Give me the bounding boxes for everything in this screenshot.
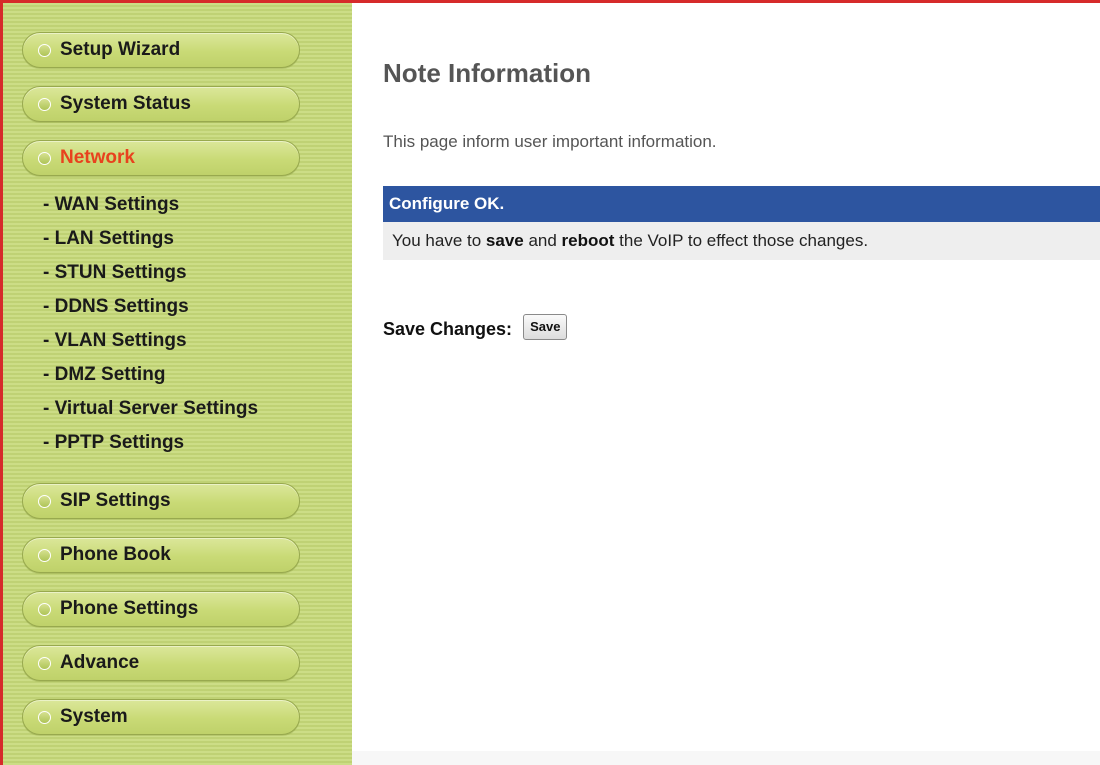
page-title: Note Information	[383, 58, 591, 88]
submenu-pptp-settings[interactable]: - PPTP Settings	[43, 426, 258, 460]
submenu-stun-settings[interactable]: - STUN Settings	[43, 256, 258, 290]
menu-network[interactable]: Network	[22, 140, 300, 176]
submenu-virtual-server-settings[interactable]: - Virtual Server Settings	[43, 392, 258, 426]
note-text-save: save	[485, 231, 524, 250]
bullet-icon	[38, 710, 51, 724]
bottom-strip	[352, 751, 1100, 765]
menu-label: Network	[60, 147, 135, 168]
bullet-icon	[38, 656, 51, 670]
save-button[interactable]: Save	[523, 313, 568, 340]
main-content: Note Information This page inform user i…	[352, 3, 1100, 765]
menu-label: SIP Settings	[60, 490, 171, 511]
note-text-mid: and	[523, 231, 562, 250]
menu-system[interactable]: System	[22, 699, 300, 735]
bullet-icon	[38, 97, 51, 111]
submenu-ddns-settings[interactable]: - DDNS Settings	[43, 290, 258, 324]
menu-phone-book[interactable]: Phone Book	[22, 537, 300, 573]
submenu-vlan-settings[interactable]: - VLAN Settings	[43, 324, 258, 358]
bullet-icon	[38, 43, 51, 57]
menu-phone-settings[interactable]: Phone Settings	[22, 591, 300, 627]
bullet-icon	[38, 494, 51, 508]
menu-label: System	[60, 706, 128, 727]
menu-label: Phone Book	[60, 544, 171, 565]
menu-label: Setup Wizard	[60, 39, 181, 60]
sidebar: Setup Wizard System Status Network - WAN…	[3, 3, 352, 765]
app-frame: Setup Wizard System Status Network - WAN…	[0, 0, 1100, 765]
menu-label: Advance	[60, 652, 140, 673]
bullet-icon	[38, 151, 51, 165]
note-box: Configure OK. You have to save and reboo…	[383, 186, 1100, 260]
note-header: Configure OK.	[383, 186, 1100, 222]
submenu-wan-settings[interactable]: - WAN Settings	[43, 188, 258, 222]
menu-label: System Status	[60, 93, 191, 114]
note-text-reboot: reboot	[561, 231, 615, 250]
save-changes-label: Save Changes:	[383, 319, 513, 339]
network-submenu: - WAN Settings - LAN Settings - STUN Set…	[43, 188, 258, 460]
page-description: This page inform user important informat…	[383, 132, 717, 151]
menu-system-status[interactable]: System Status	[22, 86, 300, 122]
note-body: You have to save and reboot the VoIP to …	[383, 222, 1100, 260]
bullet-icon	[38, 602, 51, 616]
submenu-dmz-setting[interactable]: - DMZ Setting	[43, 358, 258, 392]
note-text-prefix: You have to	[392, 231, 486, 250]
submenu-lan-settings[interactable]: - LAN Settings	[43, 222, 258, 256]
menu-setup-wizard[interactable]: Setup Wizard	[22, 32, 300, 68]
note-text-suffix: the VoIP to effect those changes.	[614, 231, 869, 250]
save-row: Save Changes: Save	[383, 313, 568, 340]
menu-advance[interactable]: Advance	[22, 645, 300, 681]
menu-sip-settings[interactable]: SIP Settings	[22, 483, 300, 519]
menu-label: Phone Settings	[60, 598, 199, 619]
bullet-icon	[38, 548, 51, 562]
